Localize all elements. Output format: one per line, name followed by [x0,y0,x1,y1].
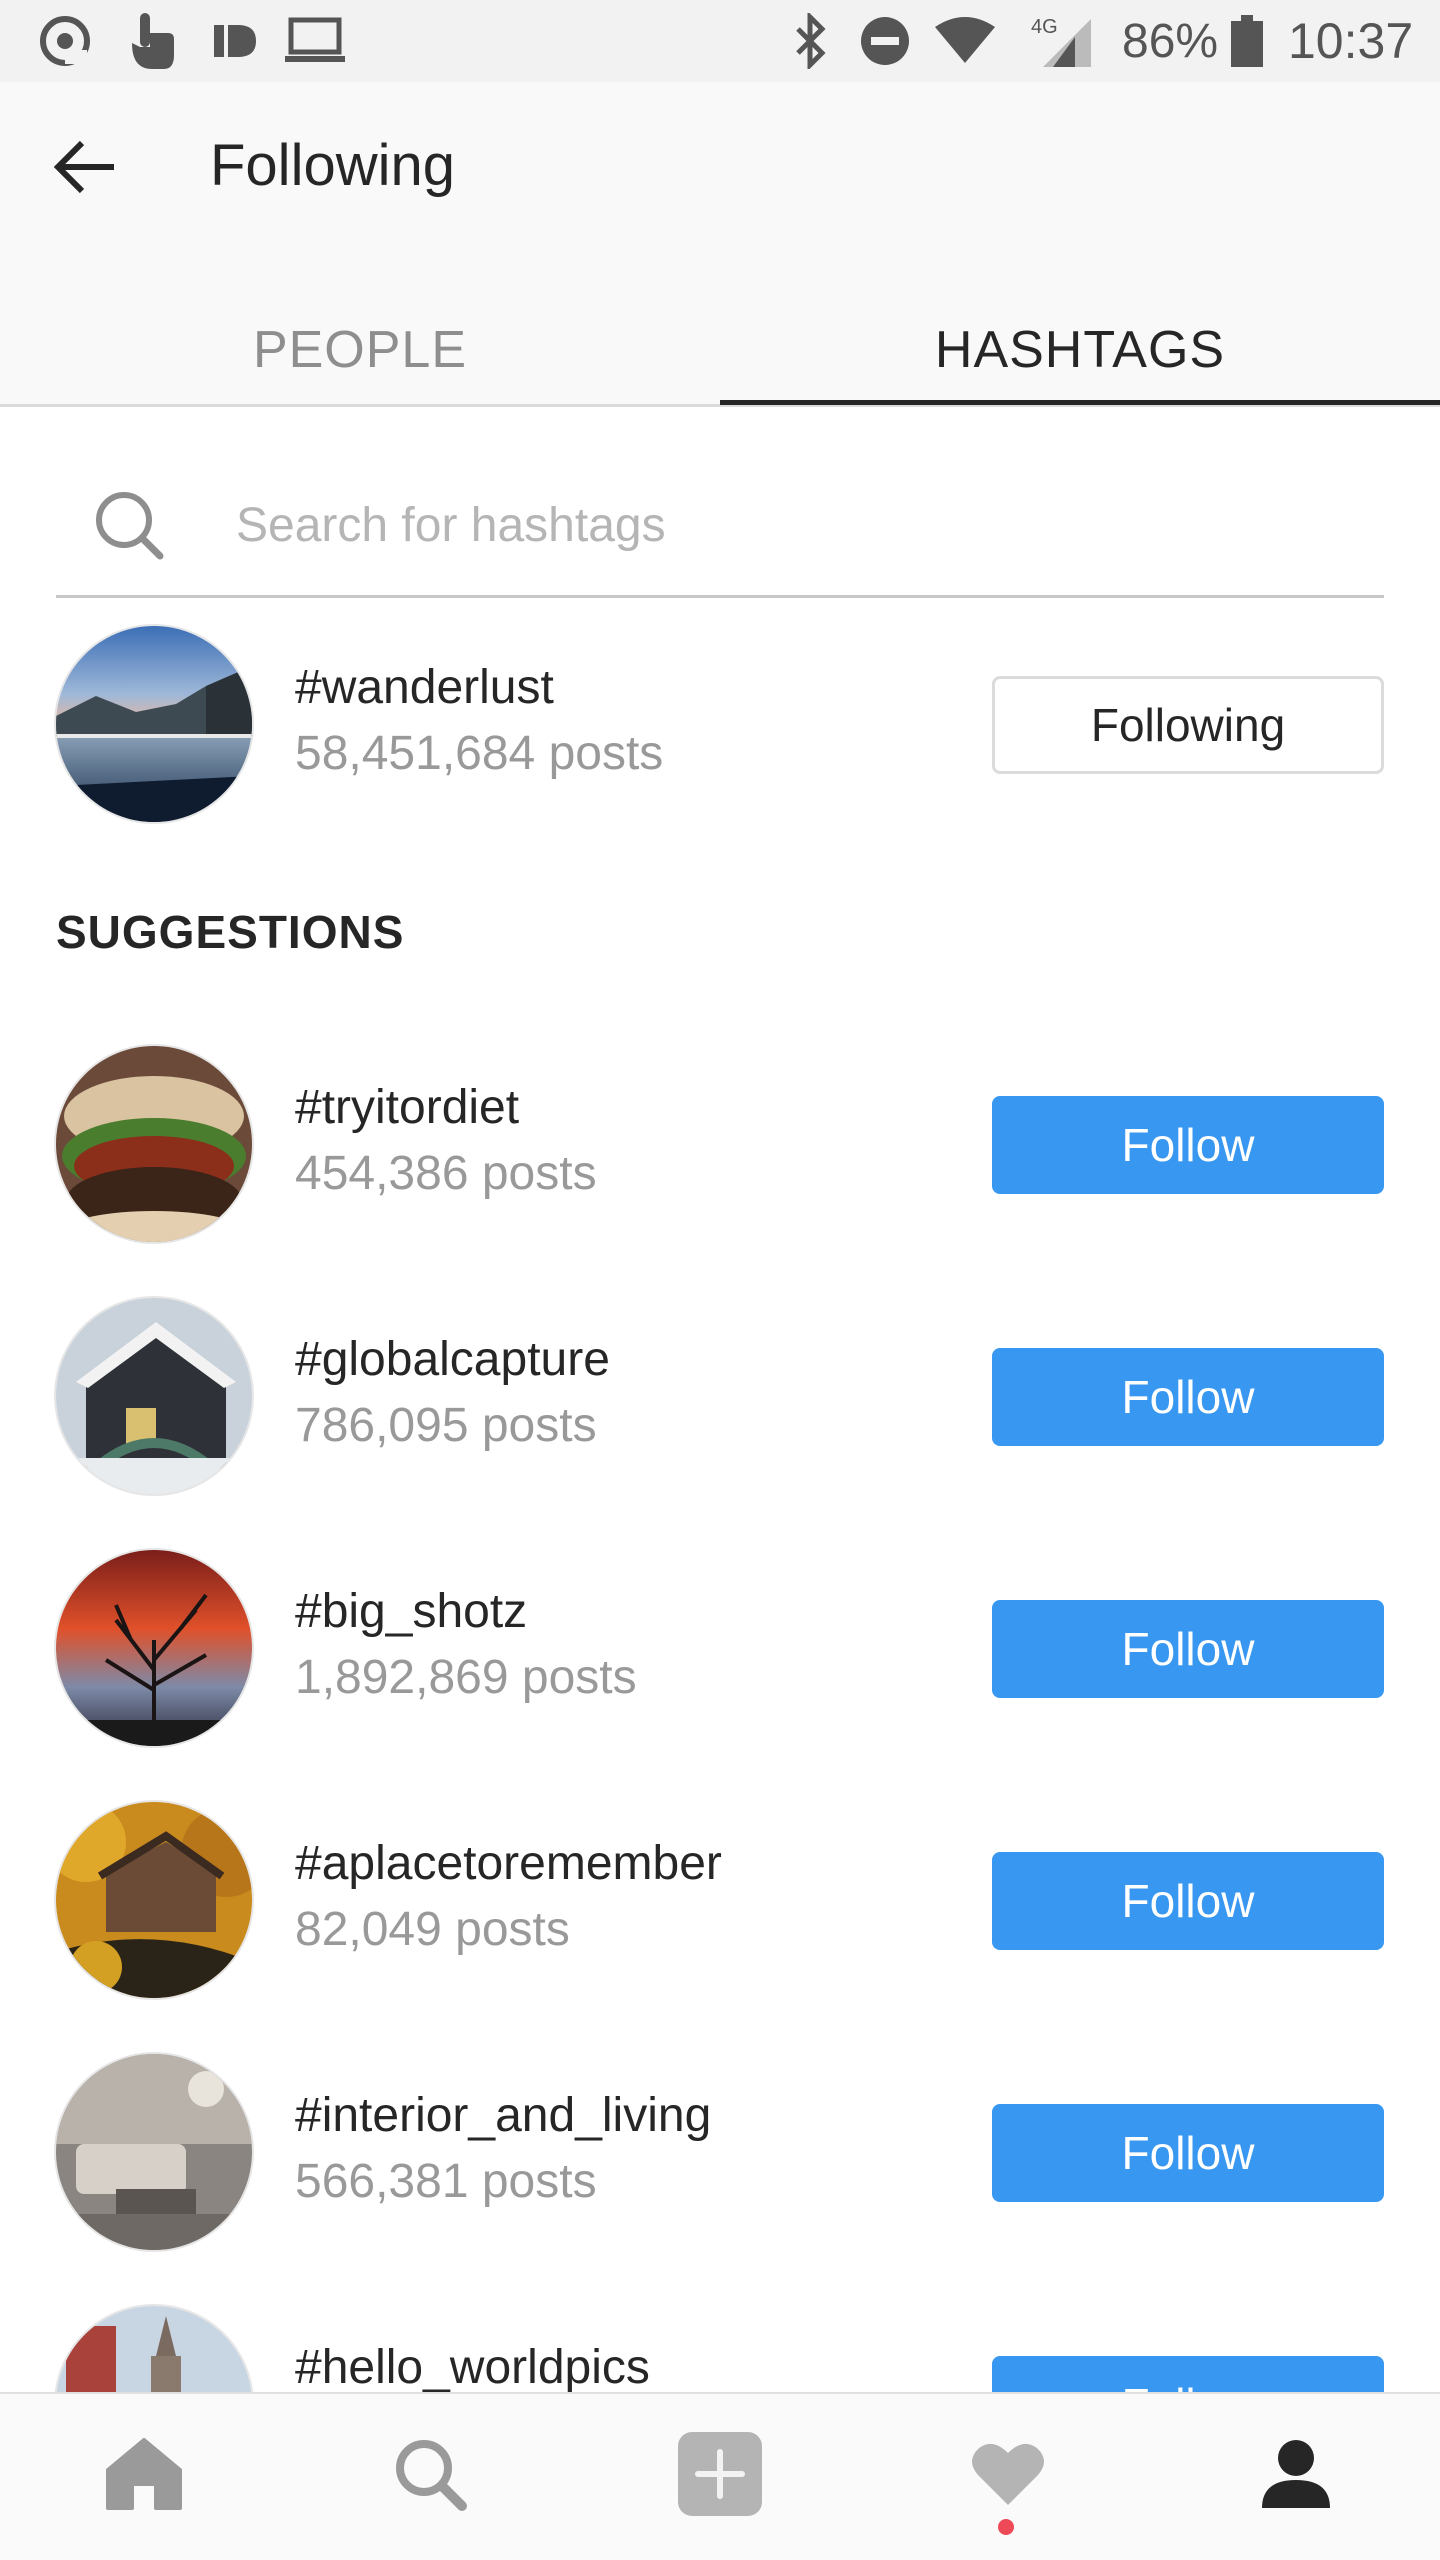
tab-hashtags-label: HASHTAGS [934,320,1226,379]
battery-percent: 86% [1122,14,1219,68]
suggestion-row[interactable]: #globalcapture 786,095 posts Follow [0,1298,1440,1498]
nav-home[interactable] [74,2414,214,2534]
hashtag-row[interactable]: #wanderlust 58,451,684 posts Following [0,626,1440,826]
hashtag-avatar-big-shotz [56,1550,252,1746]
hashtag-name: #aplacetoremember [295,1837,722,1890]
hashtag-post-count: 82,049 posts [295,1903,570,1956]
search-bar [56,450,1384,598]
battery-icon [1224,0,1270,82]
tab-people[interactable]: PEOPLE [0,292,720,407]
follow-button[interactable]: Follow [992,1600,1384,1698]
hashtag-name: #wanderlust [295,661,554,714]
add-post-icon [678,2432,762,2516]
profile-icon [1262,2440,1330,2508]
hashtag-avatar-wanderlust [56,626,252,822]
back-arrow-icon [53,140,114,194]
nav-add-post[interactable] [650,2414,790,2534]
hashtag-post-count: 1,892,869 posts [295,1651,637,1704]
home-icon [106,2438,182,2510]
following-button[interactable]: Following [992,676,1384,774]
clock: 10:37 [1288,13,1414,69]
search-input[interactable] [236,480,1336,570]
hashtag-post-count: 566,381 posts [295,2155,597,2208]
sync-icon [30,0,100,82]
touch-icon [115,0,185,82]
hashtag-post-count: 454,386 posts [295,1147,597,1200]
top-app-bar: Following PEOPLE HASHTAGS [0,82,1440,407]
suggestion-row[interactable]: #interior_and_living 566,381 posts Follo… [0,2054,1440,2254]
search-icon [396,2440,467,2511]
hashtag-name: #big_shotz [295,1585,528,1638]
hashtag-name: #interior_and_living [295,2089,712,2142]
suggestion-row[interactable]: #big_shotz 1,892,869 posts Follow [0,1550,1440,1750]
nfc-icon [205,0,265,82]
cast-icon [280,0,350,82]
bottom-navigation [0,2392,1440,2560]
tab-hashtags[interactable]: HASHTAGS [720,292,1440,407]
back-button[interactable] [40,122,130,212]
bluetooth-icon [785,0,835,82]
page-title: Following [210,133,455,198]
active-tab-indicator [720,400,1440,405]
follow-button[interactable]: Follow [992,1348,1384,1446]
cellular-signal-icon: 4G [1020,0,1100,82]
hashtag-avatar-tryitordiet [56,1046,252,1242]
follow-button[interactable]: Follow [992,1852,1384,1950]
hashtag-name: #hello_worldpics [295,2341,650,2394]
hashtag-post-count: 58,451,684 posts [295,727,664,780]
nav-search[interactable] [360,2414,500,2534]
nav-profile[interactable] [1226,2414,1366,2534]
search-icon [86,480,176,570]
suggestions-heading: SUGGESTIONS [56,906,405,958]
suggestion-row[interactable]: #aplacetoremember 82,049 posts Follow [0,1802,1440,2002]
nav-activity[interactable] [938,2414,1078,2534]
tab-people-label: PEOPLE [252,320,468,379]
follow-button[interactable]: Follow [992,1096,1384,1194]
svg-text:4G: 4G [1031,16,1058,38]
hashtag-name: #tryitordiet [295,1081,520,1134]
wifi-icon [930,0,1000,82]
hashtag-post-count: 786,095 posts [295,1399,597,1452]
follow-button[interactable]: Follow [992,2104,1384,2202]
hashtag-name: #globalcapture [295,1333,610,1386]
activity-notification-dot [998,2519,1014,2535]
suggestion-row[interactable]: #tryitordiet 454,386 posts Follow [0,1046,1440,1246]
hashtag-avatar-interior-and-living [56,2054,252,2250]
hashtag-avatar-globalcapture [56,1298,252,1494]
activity-heart-icon [972,2443,1044,2505]
hashtag-avatar-aplacetoremember [56,1802,252,1998]
status-bar: 4G 86% 10:37 [0,0,1440,82]
do-not-disturb-icon [855,0,915,82]
